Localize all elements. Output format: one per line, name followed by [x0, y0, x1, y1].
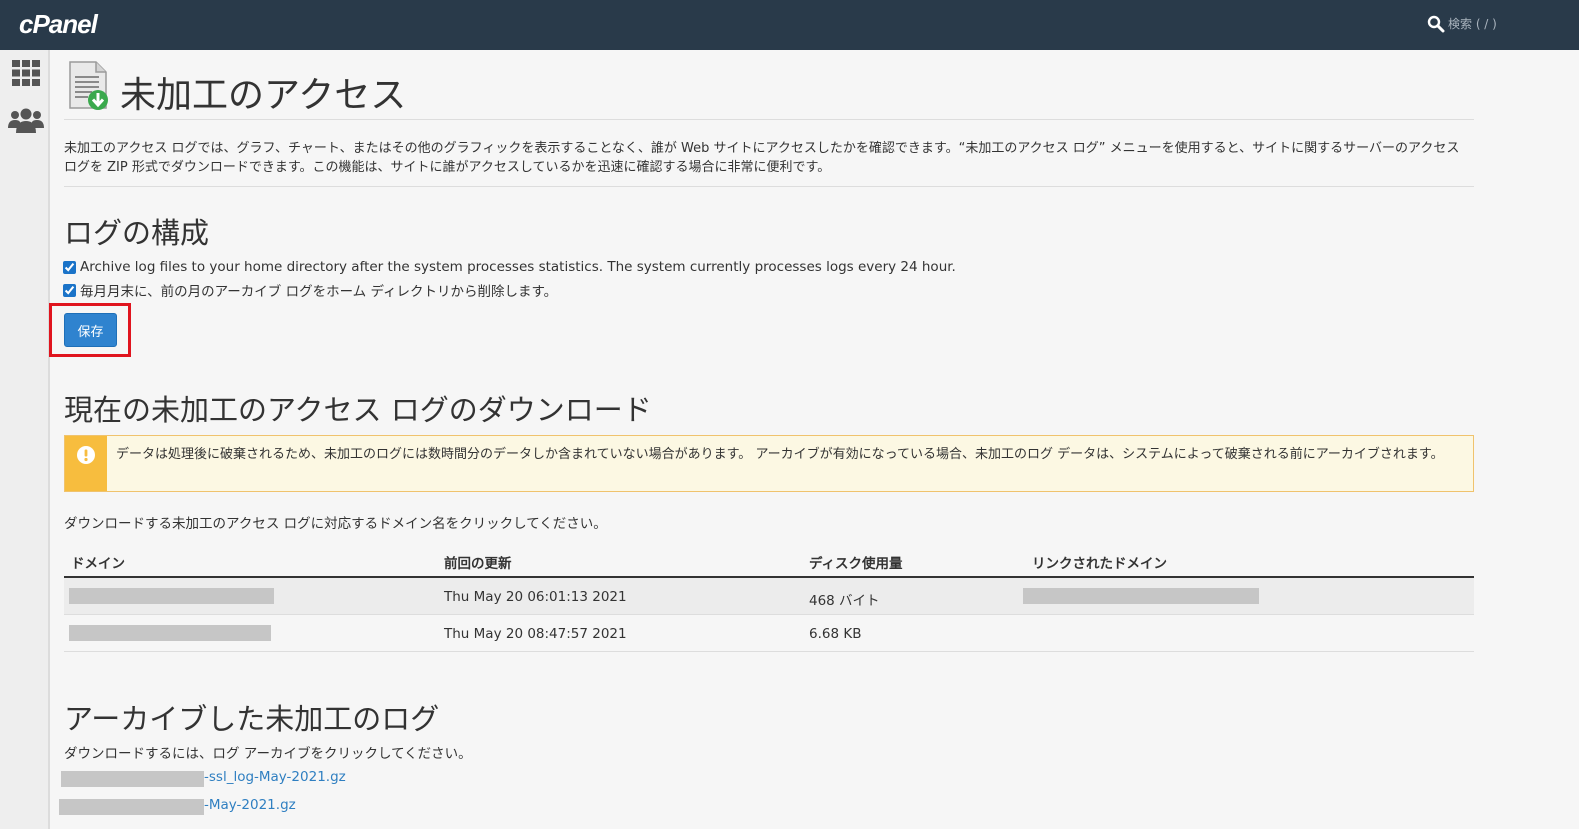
alert-message: データは処理後に破棄されるため、未加工のログには数時間分のデータしか含まれていな… [116, 447, 1444, 462]
disk-usage-cell: 6.68 KB [809, 626, 862, 642]
table-row: Thu May 20 06:01:13 2021 468 バイト [64, 578, 1474, 615]
column-domain: ドメイン [71, 556, 125, 572]
warning-alert: データは処理後に破棄されるため、未加工のログには数時間分のデータしか含まれていな… [64, 435, 1474, 492]
last-update-cell: Thu May 20 06:01:13 2021 [444, 589, 627, 605]
column-last-update: 前回の更新 [444, 556, 512, 572]
sidebar-apps-button[interactable] [8, 55, 44, 91]
archive-file-link[interactable]: -ssl_log-May-2021.gz [204, 769, 346, 785]
archive-file-link[interactable]: -May-2021.gz [204, 797, 296, 813]
main-content: 未加工のアクセス 未加工のアクセス ログでは、グラフ、チャート、またはその他のグ… [49, 50, 1579, 829]
archive-logs-option[interactable]: Archive log files to your home directory… [63, 259, 956, 275]
archive-instruction: ダウンロードするには、ログ アーカイブをクリックしてください。 [64, 746, 472, 762]
page-description: 未加工のアクセス ログでは、グラフ、チャート、またはその他のグラフィックを表示す… [64, 141, 1460, 175]
search-icon[interactable] [1427, 15, 1445, 33]
download-heading: 現在の未加工のアクセス ログのダウンロード [64, 393, 652, 427]
archive-file-item: -ssl_log-May-2021.gz [61, 769, 361, 789]
archive-heading: アーカイブした未加工のログ [64, 702, 440, 736]
cpanel-logo[interactable]: cPanel [19, 9, 98, 40]
top-bar: cPanel [0, 0, 1579, 50]
exclamation-icon [77, 446, 95, 464]
last-update-cell: Thu May 20 08:47:57 2021 [444, 626, 627, 642]
table-row: Thu May 20 08:47:57 2021 6.68 KB [64, 615, 1474, 652]
title-divider [64, 119, 1474, 120]
save-button[interactable]: 保存 [64, 313, 117, 347]
description-divider [64, 186, 1474, 187]
redacted-file-prefix [61, 771, 204, 787]
column-linked-domains: リンクされたドメイン [1032, 556, 1167, 572]
archive-file-item: -May-2021.gz [59, 797, 361, 817]
grid-icon [12, 60, 40, 86]
redacted-file-prefix [59, 799, 204, 815]
archive-logs-label: Archive log files to your home directory… [80, 259, 956, 275]
table-header: ドメイン 前回の更新 ディスク使用量 リンクされたドメイン [64, 542, 1474, 578]
page-title: 未加工のアクセス [120, 75, 407, 116]
sidebar-users-button[interactable] [8, 103, 44, 139]
redacted-domain-link[interactable] [69, 588, 274, 604]
delete-archive-option[interactable]: 毎月月末に、前の月のアーカイブ ログをホーム ディレクトリから削除します。 [63, 280, 557, 300]
column-disk-usage: ディスク使用量 [809, 556, 903, 572]
search-input[interactable] [1448, 13, 1558, 35]
sidebar [0, 50, 50, 829]
redacted-domain-link[interactable] [69, 625, 271, 641]
delete-archive-checkbox[interactable] [63, 283, 76, 297]
delete-archive-label: 毎月月末に、前の月のアーカイブ ログをホーム ディレクトリから削除します。 [80, 284, 558, 300]
users-icon [8, 108, 44, 133]
raw-logs-table: ドメイン 前回の更新 ディスク使用量 リンクされたドメイン Thu May 20… [64, 542, 1474, 652]
disk-usage-cell: 468 バイト [809, 593, 880, 609]
log-config-heading: ログの構成 [64, 216, 210, 250]
alert-strip [65, 436, 107, 491]
download-instruction: ダウンロードする未加工のアクセス ログに対応するドメイン名をクリックしてください… [64, 516, 607, 532]
redacted-linked-domain [1023, 588, 1259, 604]
archive-logs-checkbox[interactable] [63, 260, 76, 274]
raw-access-page-icon [69, 61, 108, 110]
